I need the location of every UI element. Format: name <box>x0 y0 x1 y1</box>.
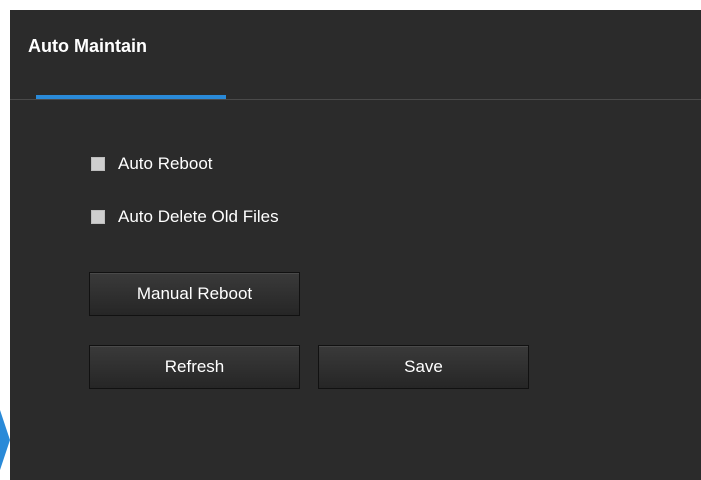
save-button[interactable]: Save <box>318 345 529 389</box>
auto-maintain-panel: Auto Maintain Auto Reboot Auto Delete Ol… <box>10 10 701 480</box>
side-panel-expand-handle[interactable] <box>0 410 10 470</box>
auto-delete-old-files-option[interactable]: Auto Delete Old Files <box>91 205 279 229</box>
manual-reboot-button[interactable]: Manual Reboot <box>89 272 300 316</box>
panel-header: Auto Maintain <box>10 10 701 100</box>
active-tab-indicator <box>36 95 226 99</box>
tab-auto-maintain[interactable]: Auto Maintain <box>28 36 147 57</box>
auto-reboot-label: Auto Reboot <box>118 154 213 173</box>
auto-reboot-checkbox[interactable] <box>91 157 105 171</box>
refresh-button[interactable]: Refresh <box>89 345 300 389</box>
auto-delete-old-files-checkbox[interactable] <box>91 210 105 224</box>
auto-delete-old-files-label: Auto Delete Old Files <box>118 207 279 226</box>
auto-reboot-option[interactable]: Auto Reboot <box>91 152 213 176</box>
